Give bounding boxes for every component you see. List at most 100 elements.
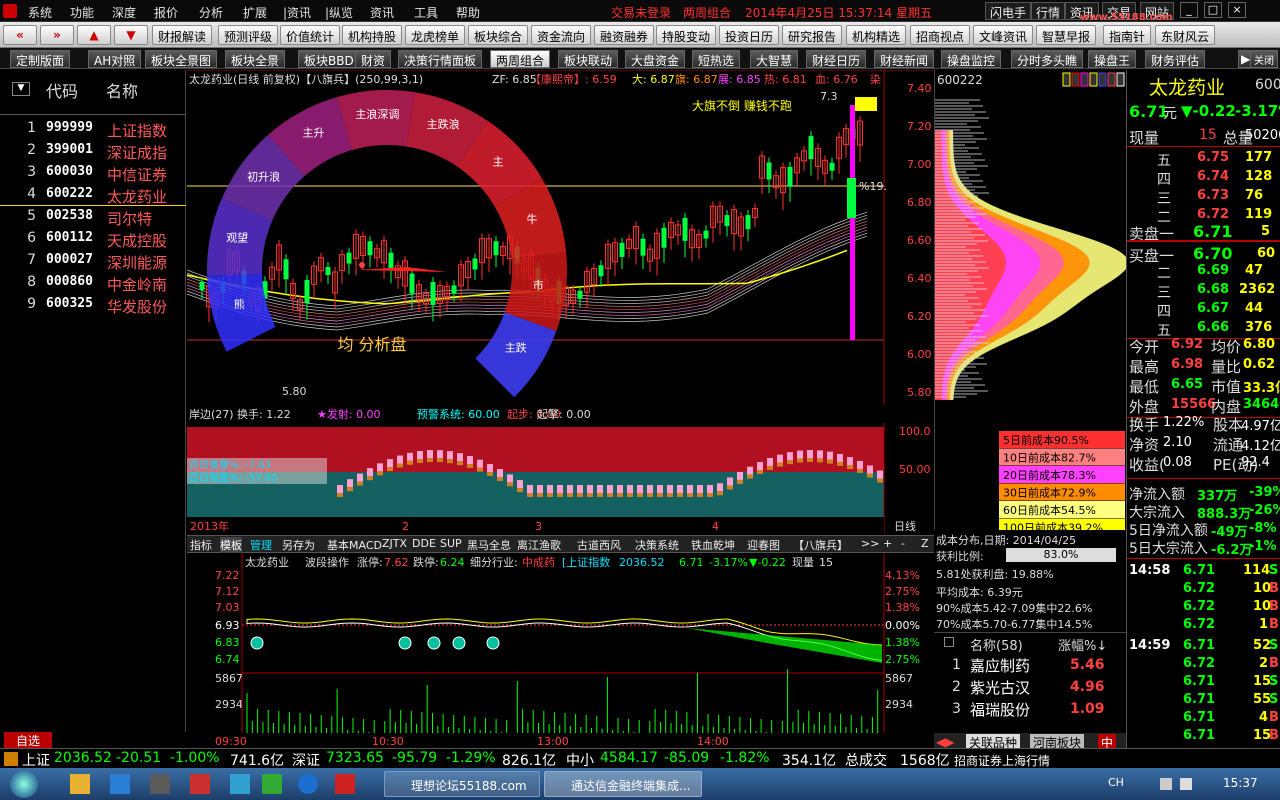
ind-tab-13[interactable]: 迎春图: [747, 537, 780, 553]
nav-forward-button[interactable]: »: [40, 25, 74, 45]
tab-2[interactable]: 板块全景图: [145, 50, 218, 68]
tab-6[interactable]: 决策行情面板: [398, 50, 483, 68]
sell-price[interactable]: 6.74: [1197, 169, 1229, 184]
tab-0[interactable]: 定制版面: [10, 50, 71, 68]
ind-tab-12[interactable]: 铁血乾坤: [691, 537, 735, 553]
tab-15[interactable]: 分时多头瞧: [1011, 50, 1084, 68]
rank-tabs-left-icon[interactable]: ◀▶: [936, 735, 954, 749]
kline-chart[interactable]: 7.40 7.20 7.00 6.80 6.60 6.40 6.20 6.00 5.80 太龙药业…: [186, 69, 934, 410]
watchlist-tab[interactable]: 自选: [4, 732, 52, 748]
tab-16[interactable]: 操盘王: [1088, 50, 1137, 68]
buy1-price[interactable]: 6.70: [1193, 244, 1232, 263]
menu-tools[interactable]: 工具: [414, 4, 438, 21]
ind-tab-1[interactable]: 模板: [220, 537, 242, 553]
chip-distribution[interactable]: 600222 5日前成本90.5% 10日前成本82.7% 20日前成本78.3% 30…: [934, 70, 1129, 536]
tray-volume-icon[interactable]: [1180, 778, 1192, 790]
tab-5[interactable]: 财资: [355, 50, 392, 68]
tb-dongcai[interactable]: 东财风云: [1155, 25, 1216, 45]
taskbar-app3-icon[interactable]: [150, 774, 170, 794]
col-code-header[interactable]: 代码: [46, 78, 78, 102]
tb-forecast-rating[interactable]: 预测评级: [218, 25, 279, 45]
buy-price[interactable]: 6.67: [1197, 301, 1229, 316]
maximize-icon[interactable]: □: [1204, 2, 1222, 18]
tb-value-stats[interactable]: 价值统计: [280, 25, 341, 45]
nav-back-button[interactable]: «: [3, 25, 37, 45]
ind-tab-18[interactable]: Z: [921, 537, 929, 550]
tab-7[interactable]: 两周组合: [490, 50, 551, 68]
alert-dollar-icon[interactable]: [855, 97, 877, 111]
tb-invest-calendar[interactable]: 投资日历: [719, 25, 780, 45]
taskbar-app2-icon[interactable]: [110, 774, 130, 794]
ind-tab-7[interactable]: SUP: [440, 537, 462, 550]
tb-holding-change[interactable]: 持股变动: [656, 25, 717, 45]
watchlist-row[interactable]: 6 600112 天成控股: [0, 228, 186, 250]
tab-4[interactable]: 板块BBD: [298, 50, 360, 68]
menu-function[interactable]: 功能: [70, 4, 94, 21]
sell-price[interactable]: 6.75: [1197, 150, 1229, 165]
watchlist-row[interactable]: 5 002538 司尔特: [0, 206, 186, 228]
market-button[interactable]: 行情: [1031, 2, 1066, 20]
rank-name[interactable]: 紫光古汉: [970, 677, 1030, 698]
tab-9[interactable]: 大盘资金: [625, 50, 686, 68]
rank-header-name[interactable]: 名称(58): [970, 635, 1023, 654]
sell-price[interactable]: 6.72: [1197, 207, 1229, 222]
list-menu-icon[interactable]: ▼: [12, 82, 30, 96]
ind-tab-14[interactable]: 【八旗兵】: [793, 537, 848, 553]
sell-price[interactable]: 6.73: [1197, 188, 1229, 203]
ind-tab-4[interactable]: 基本MACD: [327, 537, 382, 553]
profile-tool-icon[interactable]: [1089, 72, 1098, 87]
menu-quote[interactable]: 报价: [154, 4, 178, 21]
tb-morning-report[interactable]: 智慧早报: [1036, 25, 1097, 45]
profile-tool-icon[interactable]: [1062, 72, 1071, 87]
profile-tool-icon[interactable]: [1071, 72, 1080, 87]
buy-price[interactable]: 6.66: [1197, 320, 1229, 335]
tray-network-icon[interactable]: [1160, 778, 1172, 790]
ind-tab-11[interactable]: 决策系统: [635, 537, 679, 553]
menu-depth[interactable]: 深度: [112, 4, 136, 21]
start-orb-icon[interactable]: [10, 770, 38, 798]
tb-institution-pick[interactable]: 机构精选: [846, 25, 907, 45]
nav-down-button[interactable]: ▼: [114, 25, 148, 45]
watchlist-row[interactable]: 7 000027 深圳能源: [0, 250, 186, 272]
tab-12[interactable]: 财经日历: [806, 50, 867, 68]
menu-analysis[interactable]: 分析: [199, 4, 223, 21]
tab-1[interactable]: AH对照: [88, 50, 142, 68]
taskbar-app1-icon[interactable]: [70, 774, 90, 794]
buy-price[interactable]: 6.69: [1197, 263, 1229, 278]
taskbar-app7-icon[interactable]: [298, 774, 318, 794]
lightning-button[interactable]: 闪电手: [985, 2, 1032, 20]
tb-financial-report[interactable]: 财报解读: [152, 25, 213, 45]
ind-tab-0[interactable]: 指标: [190, 537, 212, 553]
tab-17[interactable]: 财务评估: [1145, 50, 1206, 68]
profile-tool-icon[interactable]: [1080, 72, 1089, 87]
ind-tab-8[interactable]: 黑马全息: [467, 537, 511, 553]
ind-tab-16[interactable]: +: [883, 537, 892, 550]
taskbar-window-tdx[interactable]: 通达信金融终端集成...: [544, 771, 702, 797]
profile-tool-icon[interactable]: [1116, 72, 1125, 87]
ind-tab-3[interactable]: 另存为: [282, 537, 315, 553]
tb-institution-holdings[interactable]: 机构持股: [342, 25, 403, 45]
ind-tab-6[interactable]: DDE: [412, 537, 436, 550]
rank-name[interactable]: 嘉应制药: [970, 655, 1030, 676]
watchlist-row[interactable]: 1 999999 上证指数: [0, 118, 186, 140]
minimize-icon[interactable]: _: [1180, 2, 1198, 18]
taskbar-window-forum[interactable]: 理想论坛55188.com: [384, 771, 540, 797]
nav-up-button[interactable]: ▲: [77, 25, 111, 45]
tab-10[interactable]: 短热选: [692, 50, 741, 68]
menu-system[interactable]: 系统: [28, 4, 52, 21]
input-lang[interactable]: CH: [1108, 776, 1124, 789]
buy-price[interactable]: 6.68: [1197, 282, 1229, 297]
tb-cmb-view[interactable]: 招商视点: [910, 25, 971, 45]
tab-3[interactable]: 板块全景: [225, 50, 286, 68]
menu-info1[interactable]: |资讯: [283, 4, 311, 21]
col-name-header[interactable]: 名称: [106, 78, 138, 102]
tb-sector-overview[interactable]: 板块综合: [468, 25, 529, 45]
watchlist-row[interactable]: 2 399001 深证成指: [0, 140, 186, 162]
ind-tab-10[interactable]: 古道西风: [577, 537, 621, 553]
menu-info2[interactable]: 资讯: [370, 4, 394, 21]
rank-name[interactable]: 福瑞股份: [970, 699, 1030, 720]
taskbar-app6-icon[interactable]: [262, 774, 282, 794]
rank-check-icon[interactable]: [944, 637, 954, 647]
taskbar-app8-icon[interactable]: [335, 774, 355, 794]
ind-tab-5[interactable]: ZJTX: [382, 537, 407, 550]
